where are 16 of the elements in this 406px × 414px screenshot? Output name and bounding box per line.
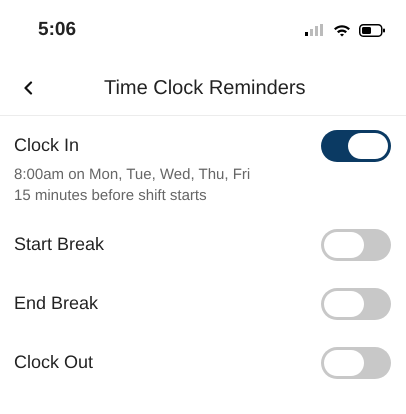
toggle-switch[interactable]	[321, 228, 391, 260]
back-icon	[23, 80, 33, 94]
toggle-switch[interactable]	[321, 130, 391, 162]
toggle-switch[interactable]	[321, 346, 391, 378]
reminder-label: Clock In	[14, 134, 80, 157]
reminder-detail: 15 minutes before shift starts	[14, 186, 208, 205]
reminder-detail: 8:00am on Mon, Tue, Wed, Thu, Fri	[14, 165, 252, 184]
page-title: Time Clock Reminders	[104, 76, 306, 100]
battery-icon	[359, 24, 386, 36]
reminder-label: Start Break	[14, 233, 104, 256]
signal-icon	[305, 24, 325, 36]
status-time: 5:06	[38, 18, 76, 42]
toggle-switch[interactable]	[321, 288, 391, 320]
reminder-label: End Break	[14, 292, 98, 315]
reminder-label: Clock Out	[14, 351, 94, 374]
wifi-icon	[333, 24, 351, 36]
